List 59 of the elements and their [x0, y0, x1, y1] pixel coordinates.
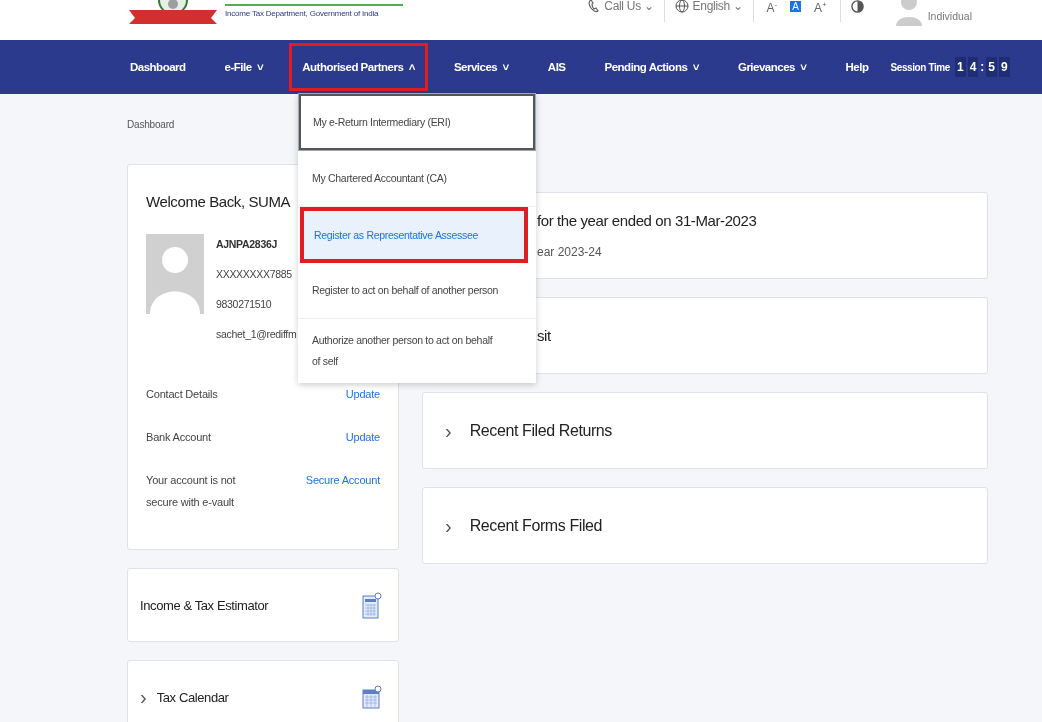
nav-item[interactable]: Pending Actions ˅ — [591, 43, 712, 91]
tool-card[interactable]: › Tax Calendar — [127, 660, 399, 722]
email-address: sachet_1@rediffm — [216, 328, 297, 340]
calendar-icon — [362, 684, 382, 710]
font-size-button[interactable]: A — [790, 1, 801, 12]
nav-item[interactable]: e-File ˅ — [211, 43, 277, 91]
nav-item[interactable]: Services ˅ — [440, 43, 522, 91]
phone-icon — [588, 0, 601, 13]
row-label: Your account is not secure with e-vault — [146, 473, 237, 510]
avatar-icon — [895, 0, 922, 26]
card-title: for the year ended on 31-Mar-2023 — [537, 212, 757, 229]
menu-item[interactable]: Register as Representative Assessee — [300, 207, 528, 263]
welcome-heading: Welcome Back, SUMA — [146, 193, 292, 210]
nav-item[interactable]: Grievances ˅ — [724, 43, 820, 91]
department-name: Income Tax Department, Government of India — [225, 9, 380, 18]
menu-item[interactable]: Register to act on behalf of another person — [298, 263, 536, 319]
nav-item[interactable]: Dashboard — [127, 43, 199, 91]
phone-number: 9830271510 — [216, 298, 273, 310]
contrast-icon[interactable] — [850, 0, 864, 13]
pan-number: AJNPA2836J — [216, 238, 278, 250]
card-title: sit — [537, 327, 551, 344]
nav-item[interactable]: AIS — [534, 43, 579, 91]
card-title: Recent Filed Returns — [469, 421, 612, 440]
card-title: Tax Calendar — [156, 689, 230, 705]
action-link[interactable]: Update — [345, 431, 380, 443]
calculator-icon — [362, 591, 382, 619]
card-subtitle: ear 2023-24 — [537, 245, 602, 259]
card-title: Recent Forms Filed — [469, 516, 603, 535]
avatar-icon — [146, 234, 204, 314]
nav-item[interactable]: Authorised Partners ˄ — [289, 43, 428, 91]
menu-item[interactable]: My Chartered Accountant (CA) — [298, 151, 536, 207]
globe-icon — [674, 0, 689, 13]
breadcrumb[interactable]: Dashboard — [127, 119, 175, 130]
row-label: Bank Account — [146, 430, 211, 445]
chevron-icon: › — [445, 515, 452, 536]
chevron-icon: › — [445, 420, 452, 441]
call-us-button[interactable]: Call Us ⌄ — [588, 0, 654, 13]
action-link[interactable]: Secure Account — [305, 474, 380, 486]
card-title: Income & Tax Estimator — [140, 597, 270, 613]
session-digit: 1 — [955, 57, 966, 77]
session-label: Session Time — [890, 61, 950, 73]
expander-card[interactable]: › Recent Filed Returns — [422, 392, 988, 469]
menu-item[interactable]: My e-Return Intermediary (ERI) — [299, 94, 535, 150]
session-digit: 4 — [967, 57, 979, 77]
aadhaar-number: XXXXXXXX7885 — [216, 268, 293, 280]
user-role: Individual — [927, 10, 972, 22]
session-digit: 9 — [999, 57, 1010, 77]
menu-item[interactable]: Authorize another person to act on behalf of self — [298, 319, 536, 383]
action-link[interactable]: Update — [345, 388, 380, 400]
nav-item[interactable]: Help — [832, 43, 882, 91]
font-size-button[interactable]: A$^{-}$ — [763, 0, 781, 16]
session-digit: : — [980, 59, 985, 76]
session-digit: 5 — [986, 57, 998, 77]
language-button[interactable]: English ⌄ — [674, 0, 743, 13]
row-label: Contact Details — [146, 387, 218, 402]
chevron-icon: › — [140, 687, 147, 707]
tool-card[interactable]: Income & Tax Estimator — [127, 568, 399, 642]
font-size-button[interactable]: A$^{+}$ — [810, 0, 830, 16]
expander-card[interactable]: › Recent Forms Filed — [422, 487, 988, 564]
